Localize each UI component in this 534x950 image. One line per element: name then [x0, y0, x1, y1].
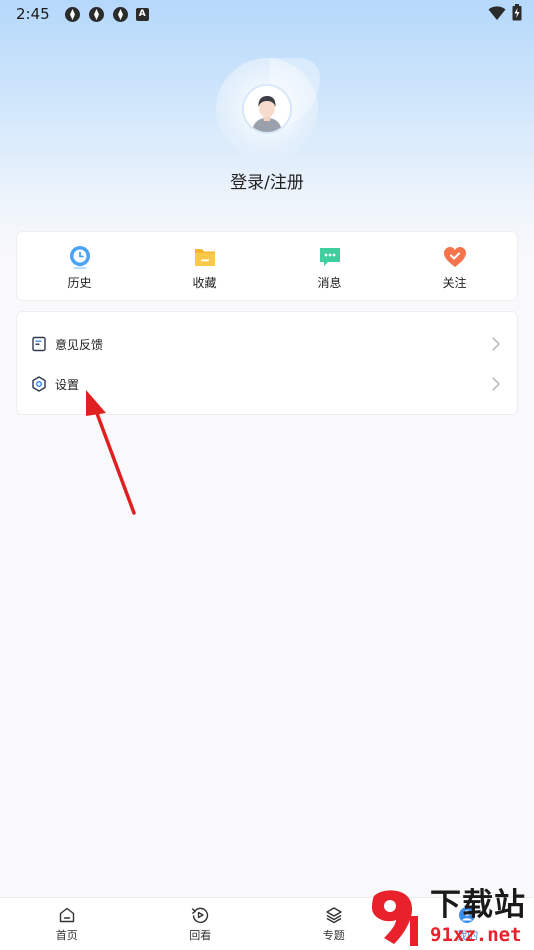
home-icon [59, 907, 74, 923]
site-watermark: 下载站 91xz.net [364, 886, 534, 950]
tab-label: 首页 [55, 929, 78, 942]
chevron-right-icon [492, 337, 501, 351]
status-time: 2:45 [16, 5, 50, 23]
app-notification-icon [112, 6, 128, 22]
message-bubble-icon [319, 248, 340, 266]
wifi-icon [488, 5, 506, 20]
settings-menu-card: 意见反馈 设置 [16, 311, 518, 415]
watermark-logo-icon [372, 890, 418, 946]
quick-action-label: 历史 [67, 276, 92, 290]
quick-action-history[interactable]: 历史 [17, 232, 142, 300]
quick-actions-card: 历史 收藏 消息 关注 [16, 231, 518, 301]
history-clock-icon [69, 246, 90, 270]
replay-icon [192, 907, 209, 924]
avatar[interactable] [242, 84, 292, 134]
menu-item-settings[interactable]: 设置 [17, 364, 517, 404]
status-bar: 2:45 A [0, 0, 534, 28]
quick-action-label: 关注 [442, 276, 467, 290]
battery-icon [512, 4, 522, 21]
follow-heart-icon [443, 247, 466, 267]
login-register-link[interactable]: 登录/注册 [0, 168, 534, 193]
badge-a-icon: A [135, 7, 149, 21]
watermark-text-top: 下载站 [430, 887, 526, 923]
menu-item-feedback[interactable]: 意见反馈 [17, 324, 517, 364]
favorite-folder-icon [194, 249, 215, 266]
settings-gear-icon [32, 376, 46, 392]
quick-action-messages[interactable]: 消息 [267, 232, 392, 300]
chevron-right-icon [492, 377, 501, 391]
tab-label: 回看 [189, 929, 212, 942]
quick-action-follow[interactable]: 关注 [392, 232, 517, 300]
menu-item-label: 设置 [55, 377, 80, 392]
app-notification-icon [88, 6, 104, 22]
tab-replay[interactable]: 回看 [134, 898, 268, 950]
menu-item-label: 意见反馈 [55, 337, 104, 352]
tab-label: 专题 [322, 929, 345, 942]
tab-home[interactable]: 首页 [0, 898, 134, 950]
quick-action-label: 收藏 [192, 276, 217, 290]
quick-action-favorites[interactable]: 收藏 [142, 232, 267, 300]
quick-action-label: 消息 [317, 276, 342, 290]
feedback-doc-icon [32, 336, 46, 352]
default-user-avatar-icon [244, 86, 290, 132]
app-notification-icon [64, 6, 80, 22]
layers-icon [326, 907, 342, 924]
watermark-text-bottom: 91xz.net [430, 924, 522, 946]
